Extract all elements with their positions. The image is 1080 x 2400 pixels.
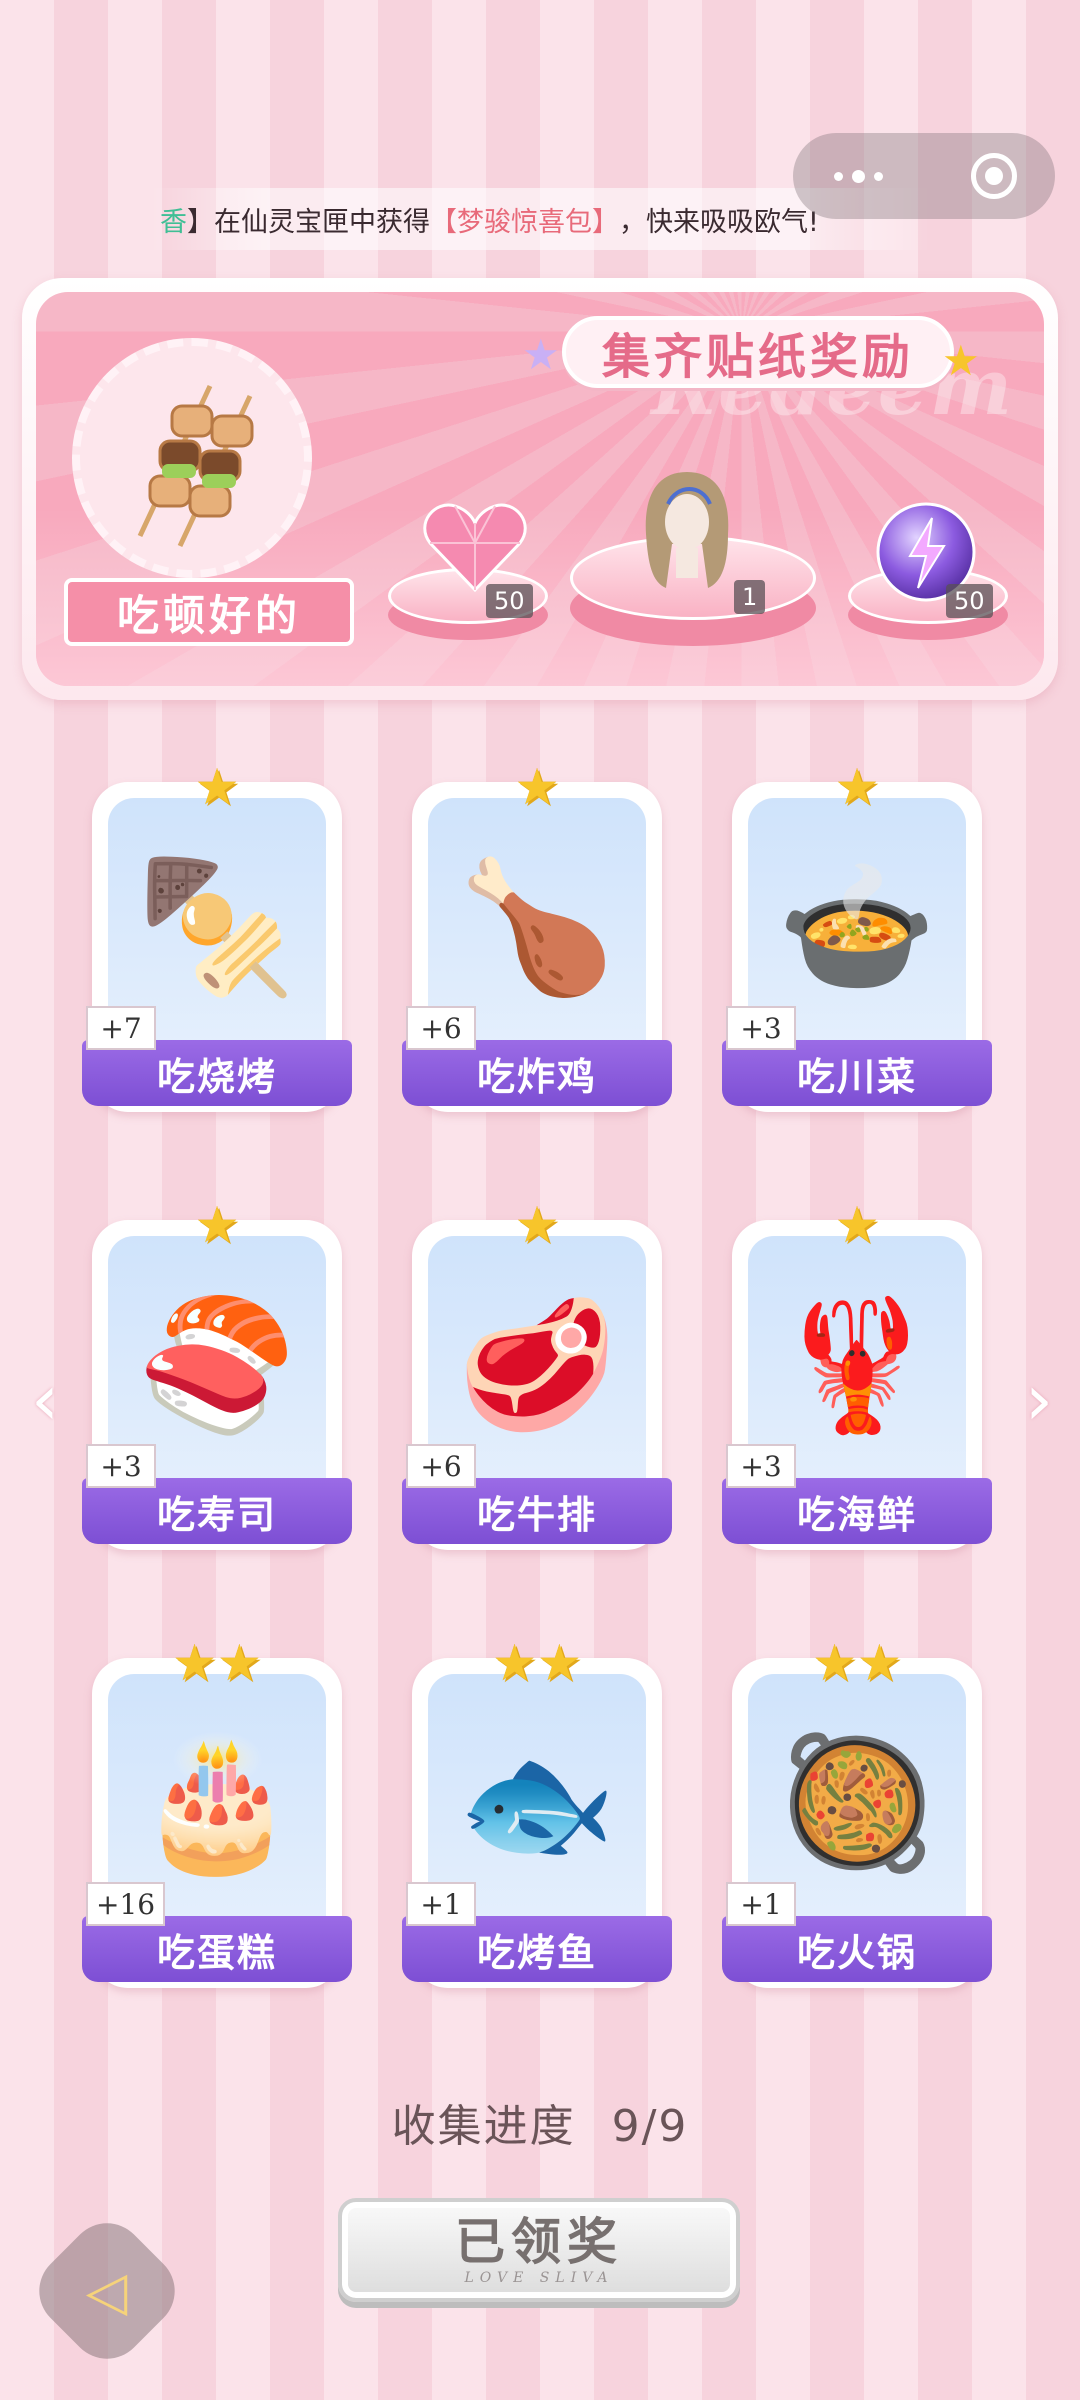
steak-icon: 🥩 <box>457 1290 617 1440</box>
sushi-icon: 🍣 <box>137 1290 297 1440</box>
sticker-count: +3 <box>726 1006 796 1050</box>
sticker-count: +6 <box>406 1444 476 1488</box>
gold-star-icon: ★ <box>942 336 980 385</box>
star-rating-icon: ★ <box>834 1196 880 1254</box>
sticker-count: +1 <box>726 1882 796 1926</box>
reward-count: 1 <box>734 580 766 614</box>
star-rating-icon: ★★ <box>172 1634 262 1692</box>
collection-progress: 收集进度 9/9 <box>0 2090 1080 2154</box>
star-rating-icon: ★★ <box>812 1634 902 1692</box>
sticker-name-ribbon: 吃顿好的 <box>64 578 354 646</box>
sticker-count: +6 <box>406 1006 476 1050</box>
next-page-arrow[interactable]: › <box>1014 1360 1064 1440</box>
star-rating-icon: ★ <box>194 1196 240 1254</box>
star-rating-icon: ★ <box>194 758 240 816</box>
sticker-card[interactable]: ★ 🍗 +6 吃炸鸡 <box>402 758 672 1112</box>
sichuan-dish-icon: 🍲 <box>777 852 937 1002</box>
sticker-card[interactable]: ★★ 🐟 +1 吃烤鱼 <box>402 1634 672 1988</box>
announcement-text-after: ，快来吸吸欧气! <box>619 206 819 238</box>
sticker-count: +3 <box>86 1444 156 1488</box>
back-arrow-icon: ◁ <box>86 2259 128 2323</box>
sticker-card[interactable]: ★ 🍣 +3 吃寿司 <box>82 1196 352 1550</box>
star-rating-icon: ★ <box>514 1196 560 1254</box>
roast-fish-icon: 🐟 <box>457 1728 617 1878</box>
sticker-count: +3 <box>726 1444 796 1488</box>
claimed-button-label: 已领奖 <box>455 2213 623 2271</box>
purple-star-icon: ★ <box>522 330 560 379</box>
announcement-user: 香 <box>160 206 187 238</box>
more-menu-button[interactable] <box>793 169 923 183</box>
fried-chicken-icon: 🍗 <box>457 852 617 1002</box>
miniprogram-capsule <box>793 133 1055 219</box>
sticker-card[interactable]: ★ 🍢 +7 吃烧烤 <box>82 758 352 1112</box>
hairstyle-icon[interactable] <box>632 464 742 594</box>
skewer-food-icon: 🍢 <box>137 852 297 1002</box>
hotpot-icon: 🥘 <box>777 1728 937 1878</box>
sticker-card[interactable]: ★ 🦞 +3 吃海鲜 <box>722 1196 992 1550</box>
sticker-card[interactable]: ★ 🍲 +3 吃川菜 <box>722 758 992 1112</box>
back-button[interactable]: ◁ <box>23 2207 191 2375</box>
claimed-button-subtitle: LOVE SLIVA <box>464 2270 614 2286</box>
star-rating-icon: ★★ <box>492 1634 582 1692</box>
skewer-icon <box>137 384 254 548</box>
prev-page-arrow[interactable]: ‹ <box>20 1360 70 1440</box>
sticker-card[interactable]: ★★ 🎂 +16 吃蛋糕 <box>82 1634 352 1988</box>
announcement-text-before: 】在仙灵宝匣中获得 <box>187 206 430 238</box>
sticker-card[interactable]: ★ 🥩 +6 吃牛排 <box>402 1196 672 1550</box>
sticker-card[interactable]: ★★ 🥘 +1 吃火锅 <box>722 1634 992 1988</box>
star-rating-icon: ★ <box>514 758 560 816</box>
cake-icon: 🎂 <box>137 1728 297 1878</box>
sticker-count: +7 <box>86 1006 156 1050</box>
heart-gem-icon[interactable] <box>420 498 530 598</box>
progress-label: 收集进度 <box>391 2101 576 2152</box>
sticker-count: +16 <box>86 1882 166 1926</box>
reward-banner: Redeem ★ 集齐贴纸奖励 ★ 吃顿好的 50 <box>22 278 1058 700</box>
close-miniprogram-icon[interactable] <box>971 153 1017 199</box>
sticker-image <box>72 338 312 578</box>
reward-banner-title: 集齐贴纸奖励 <box>562 316 955 388</box>
lobster-icon: 🦞 <box>777 1290 937 1440</box>
sticker-count: +1 <box>406 1882 476 1926</box>
progress-value: 9/9 <box>611 2101 689 2152</box>
announcement-item: 【梦骏惊喜包】 <box>430 206 619 238</box>
reward-count: 50 <box>946 584 993 618</box>
star-rating-icon: ★ <box>834 758 880 816</box>
reward-count: 50 <box>486 584 533 618</box>
claimed-button[interactable]: 已领奖 LOVE SLIVA <box>338 2198 740 2302</box>
